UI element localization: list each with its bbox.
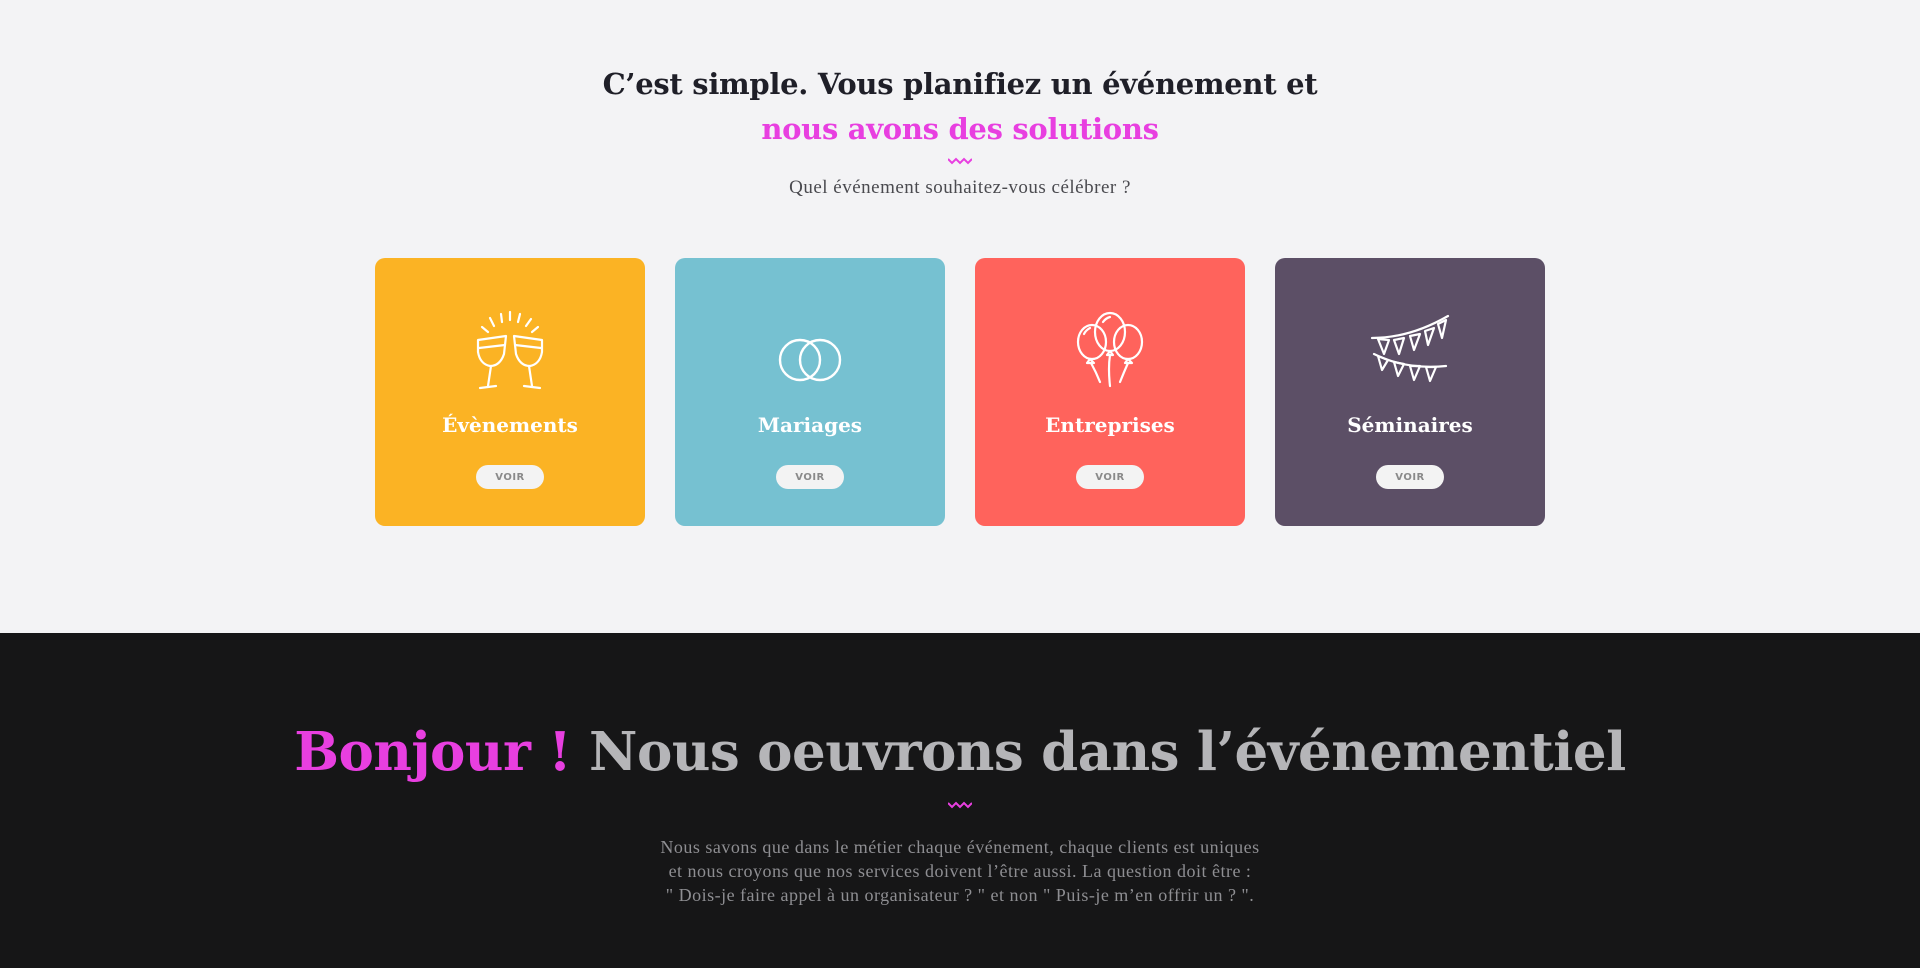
- about-section: Bonjour ! Nous oeuvrons dans l’événement…: [0, 633, 1920, 968]
- card-seminaires[interactable]: Séminaires VOIR: [1275, 258, 1545, 526]
- services-section: C’est simple. Vous planifiez un événemen…: [0, 0, 1920, 633]
- about-heading: Bonjour ! Nous oeuvrons dans l’événement…: [0, 721, 1920, 783]
- card-mariages[interactable]: Mariages VOIR: [675, 258, 945, 526]
- card-label: Mariages: [757, 413, 863, 437]
- greeting-text: Bonjour !: [294, 721, 572, 783]
- about-line-2: et nous croyons que nos services doivent…: [668, 861, 1252, 881]
- section-heading: C’est simple. Vous planifiez un événemen…: [0, 62, 1920, 152]
- section-subtitle: Quel événement souhaitez-vous célébrer ?: [789, 177, 1131, 198]
- about-paragraph: Nous savons que dans le métier chaque év…: [0, 835, 1920, 907]
- card-label: Entreprises: [1045, 413, 1175, 437]
- voir-button-evenements[interactable]: VOIR: [476, 465, 544, 489]
- heading-line-1: C’est simple. Vous planifiez un événemen…: [602, 67, 1318, 101]
- wedding-rings-icon: [778, 338, 842, 382]
- voir-button-seminaires[interactable]: VOIR: [1376, 465, 1444, 489]
- voir-button-mariages[interactable]: VOIR: [776, 465, 844, 489]
- bunting-flags-icon: [1370, 314, 1450, 383]
- card-evenements[interactable]: Évènements VOIR: [375, 258, 645, 526]
- champagne-glasses-icon: [476, 310, 544, 390]
- card-label: Séminaires: [1347, 413, 1473, 437]
- balloons-icon: [1076, 311, 1144, 388]
- squiggle-divider-icon: [948, 157, 972, 165]
- about-line-1: Nous savons que dans le métier chaque év…: [660, 837, 1260, 857]
- card-label: Évènements: [442, 413, 578, 437]
- about-line-3: " Dois-je faire appel à un organisateur …: [665, 885, 1255, 905]
- heading-line-2-accent: nous avons des solutions: [761, 112, 1159, 146]
- about-heading-text: Nous oeuvrons dans l’événementiel: [589, 721, 1626, 783]
- squiggle-divider-icon: [948, 801, 972, 809]
- voir-button-entreprises[interactable]: VOIR: [1076, 465, 1144, 489]
- card-entreprises[interactable]: Entreprises VOIR: [975, 258, 1245, 526]
